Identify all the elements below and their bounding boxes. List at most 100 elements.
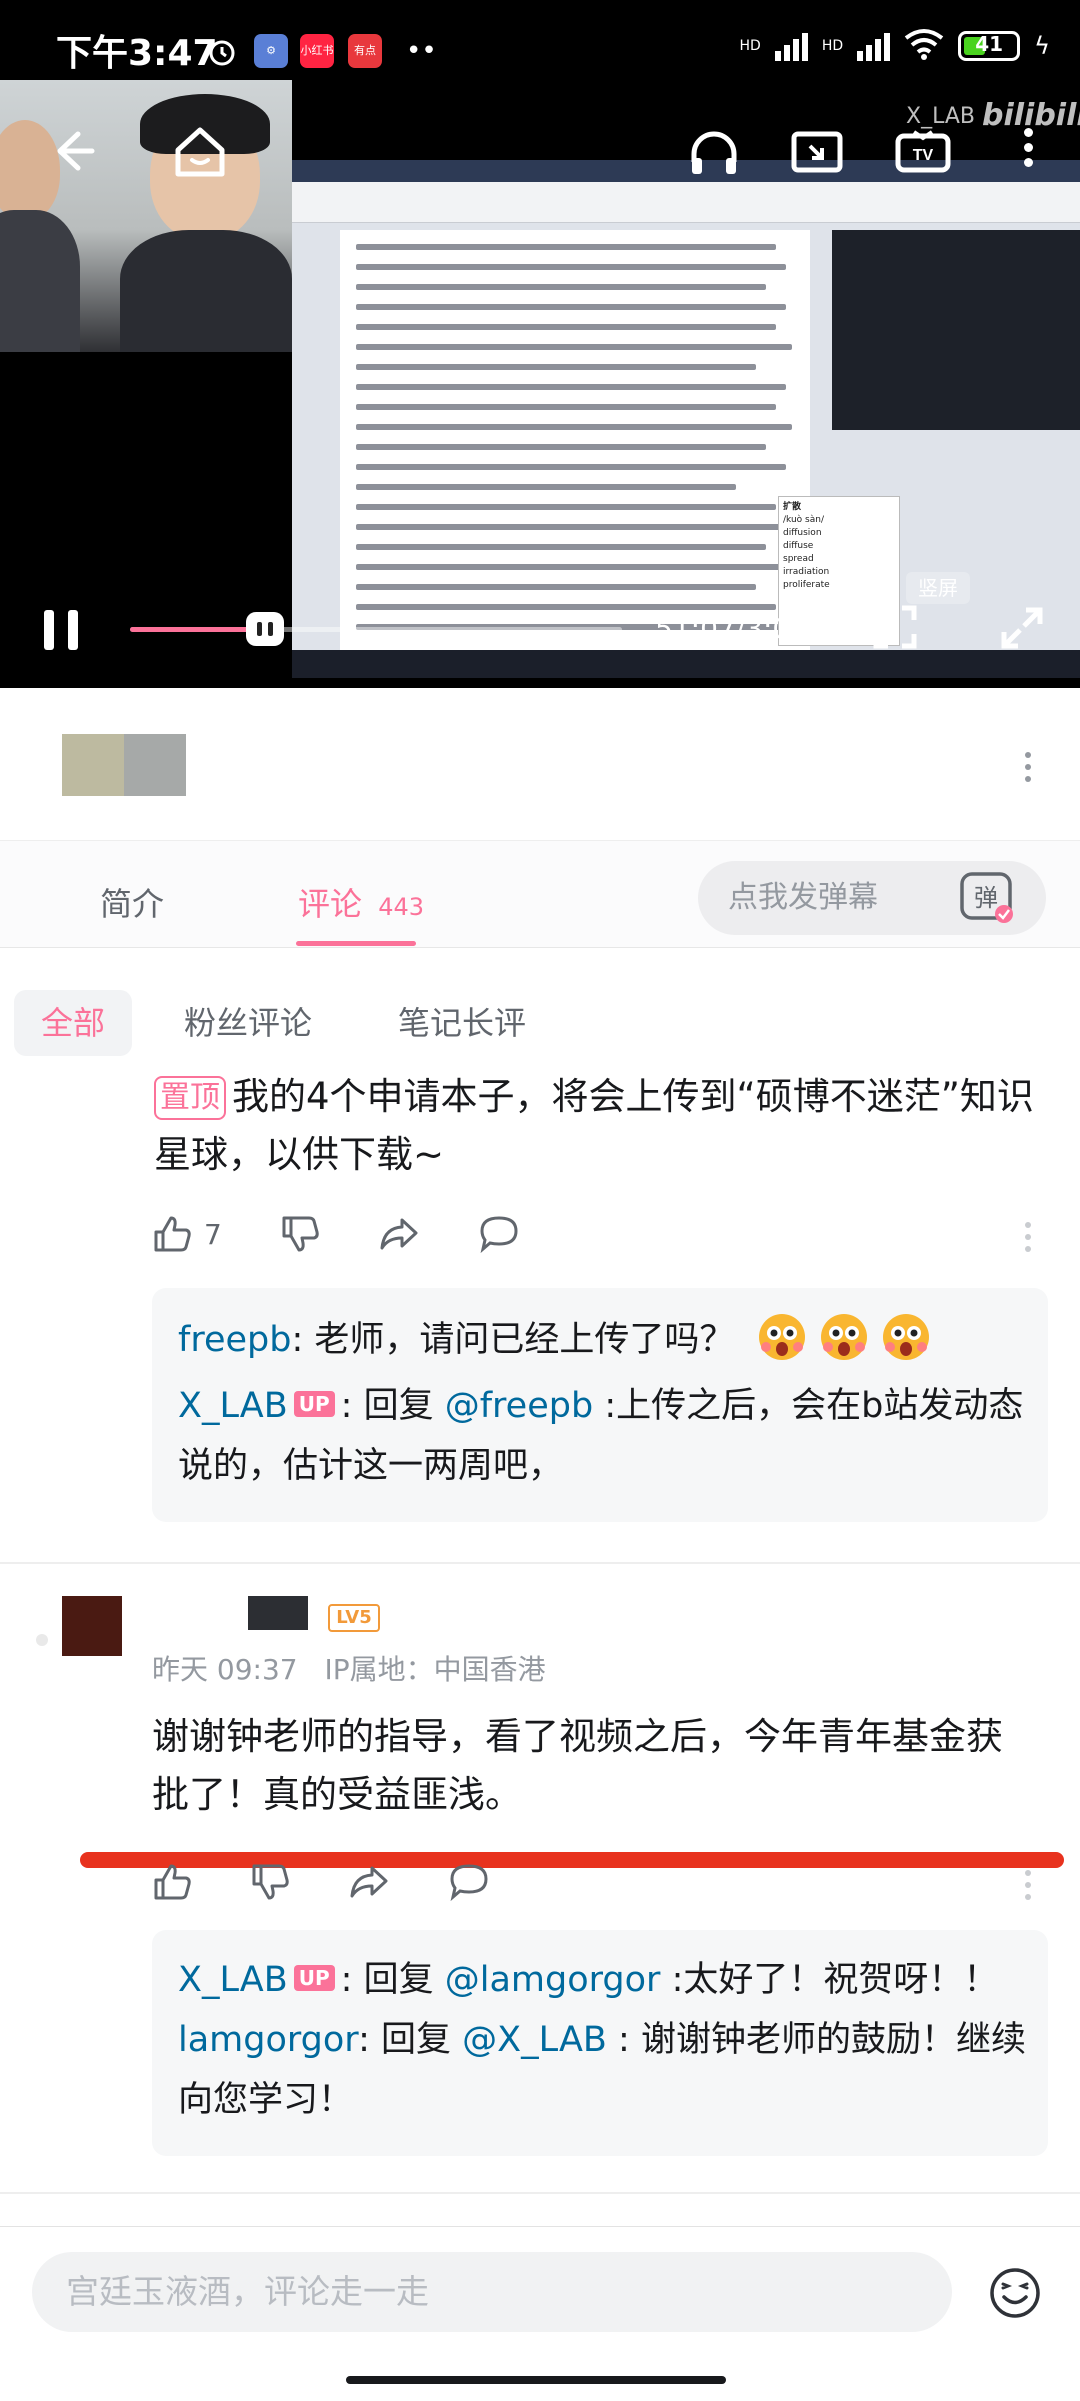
like-button[interactable]: 7 (152, 1214, 222, 1254)
pinned-comment-actions: 7 (152, 1214, 578, 1254)
tab-bar: 简介 评论 443 点我发弹幕 弹 (0, 840, 1080, 948)
reply-button[interactable] (478, 1214, 520, 1254)
fullscreen-icon (1001, 607, 1043, 649)
cast-button[interactable]: TV (894, 128, 952, 182)
comment-divider (0, 2192, 1080, 2194)
share-icon (380, 1218, 418, 1250)
emoji-button[interactable] (988, 2266, 1042, 2324)
home-button[interactable] (172, 124, 228, 182)
reply-row: freepb: 老师，请问已经上传了吗？ (178, 1310, 932, 1370)
portrait-mode-button[interactable]: 竖屏 (906, 572, 970, 604)
tab-comments-label: 评论 (298, 885, 363, 923)
uploader-avatar[interactable] (62, 734, 186, 796)
danmaku-input[interactable]: 点我发弹幕 (698, 861, 930, 935)
up-badge: UP (293, 1391, 335, 1417)
pinned-replies[interactable]: freepb: 老师，请问已经上传了吗？ X_LAB UP: 回复 @freepb… (152, 1288, 1048, 1522)
battery-icon: 41 (958, 31, 1021, 61)
reply-username[interactable]: X_LAB (178, 1960, 288, 2000)
more-vertical-icon (1024, 128, 1033, 167)
rotate-button[interactable] (872, 604, 918, 654)
xiaohongshu-notification-icon: 小红书 (300, 34, 334, 68)
commenter-avatar[interactable] (62, 1596, 122, 1656)
commenter-name-redacted[interactable] (248, 1596, 308, 1630)
svg-text:TV: TV (913, 147, 934, 164)
thumbs-up-icon (154, 1216, 191, 1252)
comment-meta: 昨天 09:37 IP属地：中国香港 (152, 1648, 546, 1688)
share-button[interactable] (348, 1862, 390, 1902)
up-badge: UP (293, 1965, 335, 1991)
dislike-button[interactable] (250, 1862, 290, 1902)
video-player[interactable]: 扩散 /kuò sàn/ diffusion diffuse spread ir… (0, 0, 1080, 688)
reply-username[interactable]: X_LAB (178, 1386, 288, 1426)
status-bar: 下午3:47 ⚙ 小红书 有点 •• HD HD 41 ϟ (0, 0, 1080, 96)
reply-row: X_LAB UP: 回复 @lamgorgor :太好了！祝贺呀！！ (178, 1960, 999, 2000)
home-indicator[interactable] (346, 2376, 726, 2384)
more-notifications-icon: •• (406, 36, 437, 66)
fullscreen-button[interactable] (1000, 606, 1044, 654)
comment-location: IP属地：中国香港 (324, 1653, 546, 1686)
comment-more[interactable] (1024, 1870, 1032, 1906)
shocked-emoji-icon (880, 1311, 932, 1363)
comment-bubble-icon (450, 1864, 488, 1902)
time-display: 51:07/3:06:02 (655, 612, 854, 645)
comment-input[interactable]: 宫廷玉液酒，评论走一走 (32, 2252, 952, 2332)
filter-fans[interactable]: 粉丝评论 (184, 990, 312, 1056)
shocked-emoji-icon (756, 1311, 808, 1363)
charging-icon: ϟ (1034, 32, 1050, 60)
tab-comments[interactable]: 评论 443 (298, 879, 424, 925)
picture-in-picture-icon (791, 131, 843, 173)
pause-icon (44, 610, 78, 650)
mention-link[interactable]: @lamgorgor (445, 1960, 661, 2000)
youdian-notification-icon: 有点 (348, 34, 382, 68)
comment-actions (152, 1862, 548, 1902)
status-right: HD HD 41 ϟ (740, 28, 1050, 64)
danmaku-toggle[interactable]: 弹 (930, 861, 1046, 935)
thumbs-up-icon (154, 1864, 191, 1900)
share-icon (350, 1866, 388, 1898)
thumbs-down-icon (252, 1864, 289, 1900)
emoji-face-icon (990, 2268, 1040, 2318)
like-button[interactable] (152, 1862, 192, 1902)
comment-text: 谢谢钟老师的指导，看了视频之后，今年青年基金获批了！真的受益匪浅。 (152, 1715, 1003, 1816)
video-more-button[interactable] (1024, 128, 1033, 173)
danmaku-icon: 弹 (960, 872, 1013, 923)
progress-knob[interactable] (246, 612, 285, 646)
progress-fill (130, 627, 266, 632)
comment-count: 443 (378, 893, 424, 921)
reply-row: X_LAB UP: 回复 @freepb :上传之后，会在b站发动态说的，估计这一… (178, 1386, 1024, 1486)
back-arrow-icon (57, 131, 95, 171)
signal-icon-2 (857, 31, 891, 61)
dislike-button[interactable] (280, 1214, 320, 1254)
share-button[interactable] (378, 1214, 420, 1254)
back-button[interactable] (48, 126, 98, 180)
comment-replies[interactable]: X_LAB UP: 回复 @lamgorgor :太好了！祝贺呀！！ lamgor… (152, 1930, 1048, 2156)
filter-long-notes[interactable]: 笔记长评 (398, 990, 526, 1056)
reply-username[interactable]: lamgorgor (178, 2020, 358, 2060)
reply-username[interactable]: freepb (178, 1320, 291, 1360)
pip-button[interactable] (790, 128, 844, 182)
tv-cast-icon: TV (895, 130, 951, 173)
reply-row: lamgorgor: 回复 @X_LAB : 谢谢钟老师的鼓励！继续向您学习！ (178, 2020, 1026, 2120)
tab-intro[interactable]: 简介 (100, 879, 164, 925)
active-tab-indicator (296, 941, 416, 946)
unread-dot (36, 1634, 48, 1646)
mention-link[interactable]: @freepb (445, 1386, 593, 1426)
pinned-comment-text: 置顶 我的4个申请本子，将会上传到“硕博不迷茫”知识星球，以供下载~ (154, 1075, 1034, 1176)
pinned-badge: 置顶 (154, 1076, 226, 1120)
filter-all[interactable]: 全部 (14, 990, 132, 1056)
channel-watermark: X_LAB (906, 104, 975, 129)
more-vertical-icon (1024, 752, 1032, 782)
webcam-overlay (0, 80, 292, 352)
reply-button[interactable] (448, 1862, 490, 1902)
rotate-screen-icon (873, 605, 917, 649)
home-icon (175, 127, 225, 177)
hd-label-1: HD (739, 38, 761, 54)
signal-icon-1 (774, 31, 808, 61)
uploader-more-button[interactable] (1024, 752, 1032, 788)
hd-label-2: HD (821, 38, 844, 54)
listen-button[interactable] (688, 128, 740, 182)
pause-button[interactable] (42, 606, 82, 658)
mention-link[interactable]: @X_LAB (462, 2020, 607, 2060)
pinned-comment-more[interactable] (1024, 1222, 1032, 1258)
comment-divider (0, 1562, 1080, 1564)
